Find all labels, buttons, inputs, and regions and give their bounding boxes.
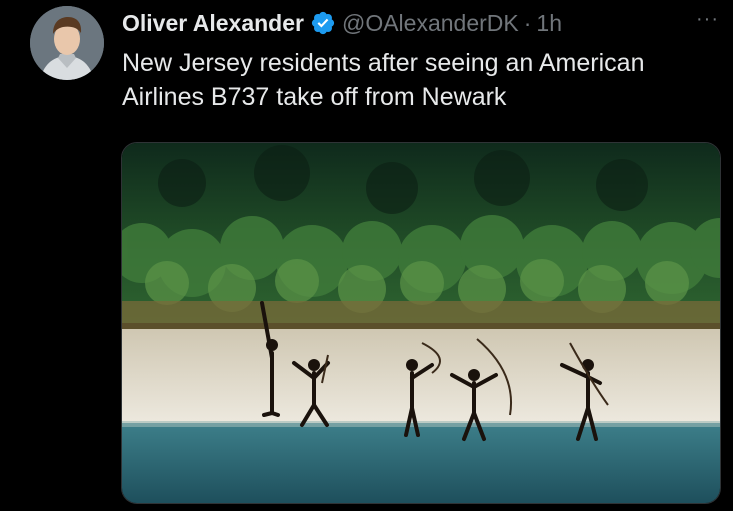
author-name[interactable]: Oliver Alexander xyxy=(122,10,304,37)
avatar-image xyxy=(30,6,104,80)
media-image xyxy=(122,143,720,503)
separator: · xyxy=(523,9,532,36)
avatar[interactable] xyxy=(30,6,104,80)
author-handle[interactable]: @OAlexanderDK xyxy=(342,10,519,37)
tweet-media[interactable] xyxy=(121,142,721,504)
more-icon[interactable]: ··· xyxy=(696,8,719,31)
tweet[interactable]: Oliver Alexander @OAlexanderDK · 1h ··· … xyxy=(0,0,733,511)
verified-badge-icon xyxy=(311,11,335,35)
timestamp[interactable]: 1h xyxy=(536,10,562,37)
tweet-text: New Jersey residents after seeing an Ame… xyxy=(122,49,645,111)
tweet-header: Oliver Alexander @OAlexanderDK · 1h xyxy=(122,8,713,38)
